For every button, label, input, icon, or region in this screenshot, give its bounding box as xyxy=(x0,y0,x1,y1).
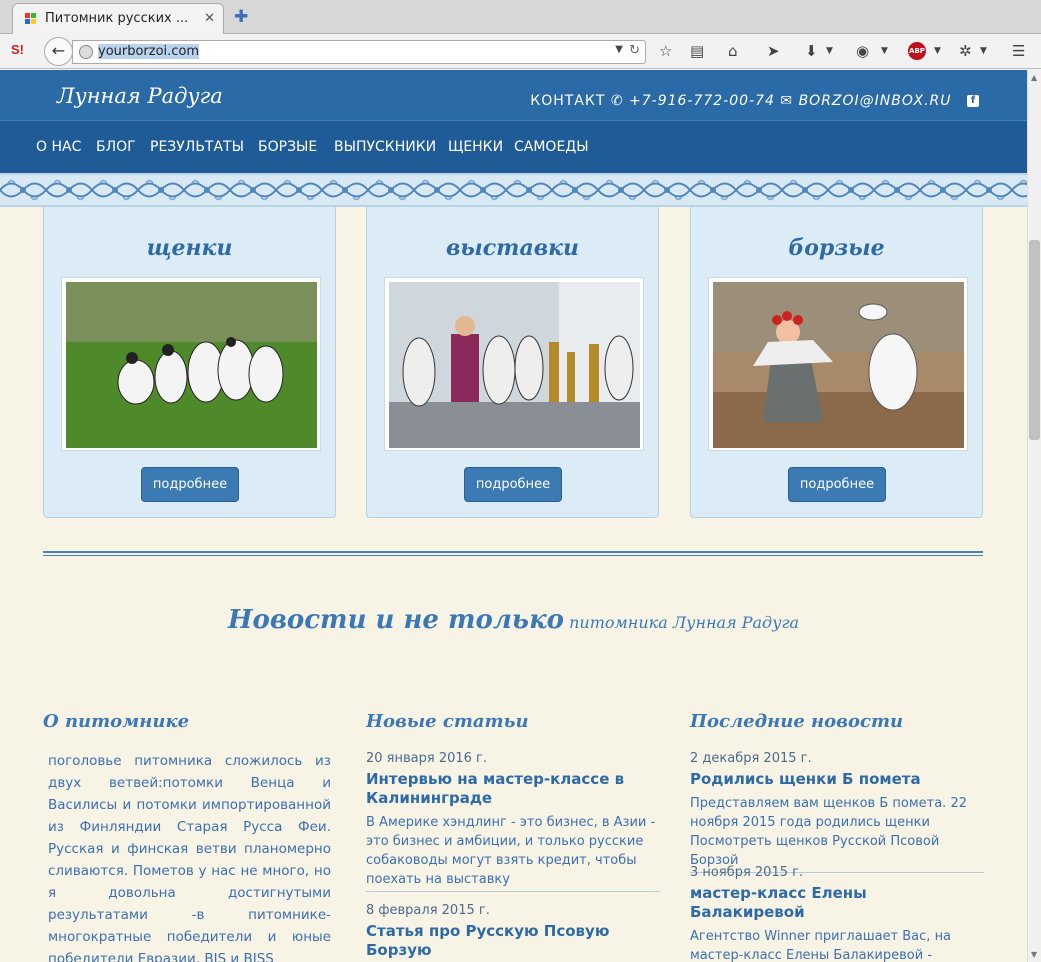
menu-item-graduates[interactable]: ВЫПУСКНИКИ xyxy=(334,139,436,155)
article-date: 20 января 2016 г. xyxy=(366,751,488,766)
site-header: Лунная Радуга КОНТАКТ ✆ +7-916-772-00-74… xyxy=(0,70,1027,120)
news-heading-sub: питомника Лунная Радуга xyxy=(569,613,800,632)
menu-item-blog[interactable]: БЛОГ xyxy=(96,139,136,155)
new-tab-icon[interactable]: ✚ xyxy=(234,7,248,27)
article-headline[interactable]: Интервью на мастер-классе в Калининграде xyxy=(366,770,660,808)
about-title[interactable]: О питомнике xyxy=(43,711,189,732)
menu-item-borzoi[interactable]: БОРЗЫЕ xyxy=(258,139,317,155)
phone-number[interactable]: +7-916-772-00-74 xyxy=(629,93,775,109)
news-heading-main: Новости и не только xyxy=(227,605,565,635)
shows-photo[interactable] xyxy=(384,277,644,451)
news-item: 2 декабря 2015 г. Родились щенки Б помет… xyxy=(690,750,984,873)
card-title: борзые xyxy=(788,235,885,261)
news-summary: Представляем вам щенков Б помета. 22 ноя… xyxy=(690,794,984,873)
menu-item-about[interactable]: О НАС xyxy=(36,139,81,155)
facebook-icon[interactable]: f xyxy=(967,95,979,107)
browser-navbar: S! ← yourborzoi.com ▼ ↻ ☆ ▤ ⌂ ➤ ⬇ ▼ ◉ ▼ … xyxy=(0,34,1041,69)
borzoi-photo[interactable] xyxy=(708,277,968,451)
send-icon[interactable]: ➤ xyxy=(767,42,780,60)
privacy-icon[interactable]: ◉ xyxy=(856,42,869,60)
main-menu: О НАС БЛОГ РЕЗУЛЬТАТЫ БОРЗЫЕ ВЫПУСКНИКИ … xyxy=(0,120,1027,173)
ornament-border xyxy=(0,173,1027,207)
menu-item-samoyeds[interactable]: САМОЕДЫ xyxy=(514,139,589,155)
more-button[interactable]: подробнее xyxy=(141,467,239,502)
news-headline[interactable]: мастер-класс Елены Балакиревой xyxy=(690,884,984,922)
abp-dropdown-icon[interactable]: ▼ xyxy=(934,46,941,56)
article-item: 20 января 2016 г. Интервью на мастер-кла… xyxy=(366,750,660,892)
reading-list-icon[interactable]: ▤ xyxy=(690,42,704,60)
section-divider xyxy=(43,551,983,556)
ornament-pattern xyxy=(0,175,1027,205)
close-icon[interactable]: ✕ xyxy=(204,11,215,26)
browser-tab[interactable]: Питомник русских ... ✕ xyxy=(12,3,224,34)
card-shows: выставки подробнее xyxy=(366,207,659,518)
reload-icon[interactable]: ↻ xyxy=(629,43,640,58)
menu-icon[interactable]: ☰ xyxy=(1012,42,1025,60)
articles-title[interactable]: Новые статьи xyxy=(366,711,529,732)
contact-link[interactable]: КОНТАКТ xyxy=(530,93,605,109)
scroll-down-icon[interactable]: ▼ xyxy=(1031,950,1037,959)
download-dropdown-icon[interactable]: ▼ xyxy=(826,46,833,56)
abp-icon[interactable]: ABP xyxy=(908,42,926,60)
phone-icon: ✆ xyxy=(610,93,624,109)
article-summary: В Америке хэндлинг - это бизнес, в Азии … xyxy=(366,813,660,892)
back-button[interactable]: ← xyxy=(44,37,73,66)
vertical-scrollbar[interactable]: ▲ ▼ xyxy=(1027,70,1041,962)
globe-icon xyxy=(79,45,93,59)
home-icon[interactable]: ⌂ xyxy=(728,42,738,60)
scroll-up-icon[interactable]: ▲ xyxy=(1031,73,1037,82)
article-date: 8 февраля 2015 г. xyxy=(366,903,490,918)
contact-bar: КОНТАКТ ✆ +7-916-772-00-74 ✉ BORZOI@INBO… xyxy=(530,93,979,109)
card-puppies: щенки подробнее xyxy=(43,207,336,518)
mail-icon: ✉ xyxy=(780,93,794,109)
url-bar[interactable]: yourborzoi.com ▼ ↻ xyxy=(72,40,646,64)
privacy-dropdown-icon[interactable]: ▼ xyxy=(881,46,888,56)
extension-dropdown-icon[interactable]: ▼ xyxy=(980,46,987,56)
star-icon[interactable]: ☆ xyxy=(659,42,672,60)
article-headline[interactable]: Статья про Русскую Псовую Борзую xyxy=(366,922,660,960)
card-title: выставки xyxy=(445,235,580,261)
news-date: 3 ноября 2015 г. xyxy=(690,865,804,880)
menu-item-results[interactable]: РЕЗУЛЬТАТЫ xyxy=(150,139,244,155)
article-item: 8 февраля 2015 г. Статья про Русскую Псо… xyxy=(366,902,660,960)
url-dropdown-icon[interactable]: ▼ xyxy=(615,44,623,55)
addon-s-icon[interactable]: S! xyxy=(11,42,24,57)
news-summary: Агентство Winner приглашает Вас, на маст… xyxy=(690,929,952,962)
news-item: 3 ноября 2015 г. мастер-класс Елены Бала… xyxy=(690,864,984,962)
favicon-icon xyxy=(25,13,37,25)
puppies-photo[interactable] xyxy=(61,277,321,451)
extension-icon[interactable]: ✲ xyxy=(959,42,972,60)
site-logo[interactable]: Лунная Радуга xyxy=(57,84,223,108)
tab-title: Питомник русских ... xyxy=(45,11,189,26)
download-icon[interactable]: ⬇ xyxy=(805,42,818,60)
web-page: Лунная Радуга КОНТАКТ ✆ +7-916-772-00-74… xyxy=(0,70,1027,962)
card-title: щенки xyxy=(146,235,233,261)
latest-title[interactable]: Последние новости xyxy=(690,711,903,732)
about-text: поголовье питомника сложилось из двух ве… xyxy=(48,753,331,962)
menu-item-puppies[interactable]: ЩЕНКИ xyxy=(448,139,503,155)
news-heading: Новости и не только питомника Лунная Рад… xyxy=(0,605,1027,635)
card-borzoi: борзые подробнее xyxy=(690,207,983,518)
more-button[interactable]: подробнее xyxy=(788,467,886,502)
email-link[interactable]: BORZOI@INBOX.RU xyxy=(799,93,952,109)
news-headline[interactable]: Родились щенки Б помета xyxy=(690,770,984,789)
news-date: 2 декабря 2015 г. xyxy=(690,751,812,766)
more-button[interactable]: подробнее xyxy=(464,467,562,502)
url-text[interactable]: yourborzoi.com xyxy=(98,44,200,59)
scrollbar-thumb[interactable] xyxy=(1029,240,1040,440)
browser-tabbar: Питомник русских ... ✕ ✚ xyxy=(0,0,1041,34)
